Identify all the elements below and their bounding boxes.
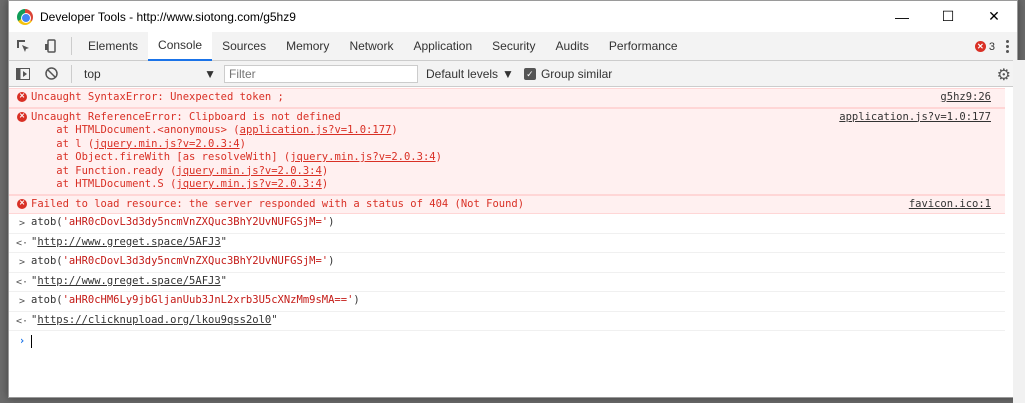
devtools-toolbar: Elements Console Sources Memory Network … [9,31,1017,61]
input-chevron-icon: > [18,257,26,268]
output-arrow-icon: <· [15,315,29,327]
window-title: Developer Tools - http://www.siotong.com… [40,9,296,24]
context-value: top [84,66,101,81]
tab-security[interactable]: Security [482,32,545,61]
settings-gear-icon[interactable]: ⚙ [997,65,1011,85]
stack-link[interactable]: jquery.min.js?v=2.0.3:4 [94,138,239,150]
tab-application[interactable]: Application [403,32,482,61]
console-error-message: ✕ Uncaught SyntaxError: Unexpected token… [9,88,1005,108]
prompt-chevron-icon: › [18,335,26,347]
error-icon: ✕ [974,41,986,52]
input-chevron-icon: > [18,296,26,307]
output-arrow-icon: <· [15,237,29,249]
filter-input[interactable] [224,64,418,83]
group-similar-label: Group similar [540,66,613,81]
devtools-window: Developer Tools - http://www.siotong.com… [8,0,1018,398]
error-text: Failed to load resource: the server resp… [31,197,525,210]
string-argument: 'aHR0cDovL3d3dy5ncmVnZXQuc3BhY2UvNUFGSjM… [62,255,329,267]
tab-performance[interactable]: Performance [599,32,688,61]
text-cursor [31,335,32,348]
tab-network[interactable]: Network [339,32,403,61]
error-text: Uncaught SyntaxError: Unexpected token ; [31,91,284,103]
console-error-message: ✕ Failed to load resource: the server re… [9,194,1005,214]
device-toolbar-icon[interactable] [37,32,65,60]
result-link[interactable]: https://clicknupload.org/lkou9qss2ol0 [37,314,271,326]
console-prompt[interactable]: › [9,331,1005,350]
group-similar-checkbox[interactable]: ✓ [523,67,536,80]
log-levels-dropdown[interactable]: Default levels ▼ [426,67,514,81]
error-text: Uncaught ReferenceError: Clipboard is no… [31,110,341,123]
minimize-button[interactable]: — [879,1,925,32]
page-scrollbar[interactable] [1013,60,1025,403]
error-icon: ✕ [17,198,27,209]
console-error-message: ✕ Uncaught ReferenceError: Clipboard is … [9,107,1005,195]
console-input-echo: > atob('aHR0cDovL3d3dy5ncmVnZXQuc3BhY2Uv… [9,253,1005,273]
toolbar-right: ✕ 3 [974,32,1013,61]
tab-sources[interactable]: Sources [212,32,276,61]
error-counter[interactable]: ✕ 3 [974,40,995,53]
console-filter-bar: top ▼ Default levels ▼ ✓ Group similar ⚙ [9,61,1017,87]
result-link[interactable]: http://www.greget.space/5AFJ3 [37,275,220,287]
error-icon: ✕ [17,92,27,102]
dropdown-arrow-icon: ▼ [502,66,514,81]
input-chevron-icon: > [18,218,26,229]
string-argument: 'aHR0cHM6Ly9jbGljanUub3JnL2xrb3U5cXNzMm9… [62,294,354,306]
output-arrow-icon: <· [15,276,29,288]
toolbar-divider [71,37,72,55]
log-levels-label: Default levels [426,66,499,81]
close-button[interactable]: ✕ [971,1,1017,32]
more-options-icon[interactable] [1001,40,1013,53]
stack-link[interactable]: jquery.min.js?v=2.0.3:4 [176,165,321,177]
result-link[interactable]: http://www.greget.space/5AFJ3 [37,236,220,248]
clear-console-icon[interactable] [37,60,65,88]
console-result: <· "http://www.greget.space/5AFJ3" [9,234,1005,253]
filter-divider [71,64,72,83]
stack-link[interactable]: application.js?v=1.0:177 [240,124,392,136]
string-argument: 'aHR0cDovL3d3dy5ncmVnZXQuc3BhY2UvNUFGSjM… [62,216,329,228]
source-link[interactable]: application.js?v=1.0:177 [839,111,991,125]
source-link[interactable]: g5hz9:26 [940,91,991,105]
error-icon: ✕ [17,111,27,122]
error-count: 3 [988,40,995,53]
console-input-echo: > atob('aHR0cDovL3d3dy5ncmVnZXQuc3BhY2Uv… [9,214,1005,234]
tab-console[interactable]: Console [148,31,213,61]
console-result: <· "https://clicknupload.org/lkou9qss2ol… [9,312,1005,331]
console-input-echo: > atob('aHR0cHM6Ly9jbGljanUub3JnL2xrb3U5… [9,292,1005,312]
chrome-icon [17,8,33,25]
console-result: <· "http://www.greget.space/5AFJ3" [9,273,1005,292]
tab-memory[interactable]: Memory [276,32,339,61]
stack-link[interactable]: jquery.min.js?v=2.0.3:4 [176,178,321,190]
context-selector[interactable]: top ▼ [78,64,220,84]
inspect-element-icon[interactable] [9,32,37,60]
dropdown-arrow-icon: ▼ [204,66,216,81]
stack-link[interactable]: jquery.min.js?v=2.0.3:4 [290,151,435,163]
title-bar: Developer Tools - http://www.siotong.com… [9,1,1017,32]
sidebar-toggle-icon[interactable] [9,60,37,88]
maximize-button[interactable]: ☐ [925,1,971,32]
console-output: ✕ Uncaught SyntaxError: Unexpected token… [9,88,1005,397]
window-controls: — ☐ ✕ [879,1,1017,32]
tab-audits[interactable]: Audits [546,32,599,61]
source-link[interactable]: favicon.ico:1 [909,198,991,212]
tab-elements[interactable]: Elements [78,32,148,61]
